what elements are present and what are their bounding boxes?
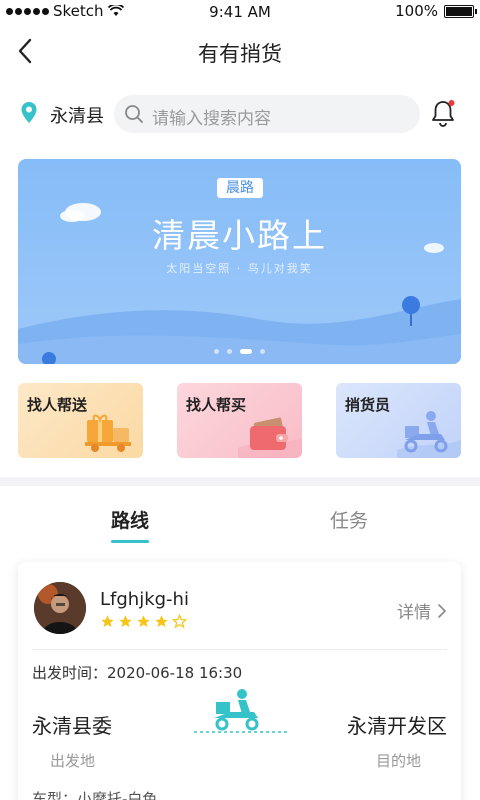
location-selector[interactable]: 永清县 (50, 102, 104, 128)
battery-percent: 100% (395, 2, 438, 20)
vehicle-type: 车型：小摩托-白色 (32, 790, 158, 800)
rating-stars (100, 614, 187, 629)
star-filled-icon (137, 615, 150, 628)
status-bar: Sketch 9:41 AM 100% (0, 0, 480, 24)
tab-route[interactable]: 路线 (111, 506, 149, 533)
star-filled-icon (101, 615, 114, 628)
gift-truck-icon (85, 414, 131, 452)
delivery-scooter-icon (397, 411, 461, 458)
section-divider (0, 477, 480, 486)
destination-city: 永清开发区 (347, 714, 447, 738)
nav-bar: 有有捎货 (0, 26, 480, 76)
tab-bar: 路线 任务 (0, 500, 480, 550)
quick-action-label: 找人帮买 (186, 396, 247, 414)
delivery-scooter-icon (194, 689, 290, 733)
quick-action-label: 捎货员 (345, 396, 391, 414)
carousel-indicator[interactable] (18, 349, 461, 354)
search-input[interactable]: 请输入搜索内容 (114, 95, 420, 133)
star-empty-icon (172, 614, 187, 629)
wallet-icon (238, 417, 302, 458)
page-title: 有有捎货 (198, 42, 282, 66)
depart-time: 出发时间：2020-06-18 16:30 (32, 664, 243, 682)
search-placeholder: 请输入搜索内容 (152, 109, 271, 129)
location-pin-icon[interactable] (20, 101, 38, 125)
quick-action-courier[interactable]: 捎货员 (336, 383, 461, 458)
banner-tag: 晨路 (217, 178, 263, 198)
battery-icon (444, 4, 477, 18)
notification-bell-icon[interactable] (428, 98, 458, 128)
search-row: 永清县 请输入搜索内容 (0, 94, 480, 134)
route-card[interactable]: Lfghjkg-hi 详情 出发时间：2020-06-18 16:30 永清县委… (18, 562, 461, 800)
user-name: Lfghjkg-hi (100, 589, 189, 610)
detail-link[interactable]: 详情 (397, 598, 447, 623)
card-divider (32, 649, 447, 650)
active-tab-indicator (111, 540, 149, 543)
quick-action-send[interactable]: 找人帮送 (18, 383, 143, 458)
promo-banner[interactable]: 晨路 清晨小路上 太阳当空照 · 鸟儿对我笑 (18, 159, 461, 364)
avatar[interactable] (34, 582, 86, 634)
destination-label: 目的地 (375, 752, 421, 770)
tab-task[interactable]: 任务 (330, 506, 368, 533)
banner-subtitle: 太阳当空照 · 鸟儿对我笑 (166, 262, 313, 275)
origin-label: 出发地 (50, 752, 96, 770)
detail-label: 详情 (397, 603, 431, 623)
search-icon (125, 105, 143, 123)
origin-city: 永清县委 (32, 714, 112, 738)
banner-title: 清晨小路上 (152, 216, 327, 255)
quick-action-buy[interactable]: 找人帮买 (177, 383, 302, 458)
carousel-dot[interactable] (260, 349, 265, 354)
quick-action-label: 找人帮送 (27, 396, 88, 414)
carousel-dot[interactable] (227, 349, 232, 354)
star-filled-icon (155, 615, 168, 628)
carousel-dot[interactable] (214, 349, 219, 354)
carousel-dot-active[interactable] (240, 349, 252, 354)
battery-status: 100% (395, 2, 477, 20)
chevron-right-icon (438, 603, 447, 618)
star-filled-icon (119, 615, 132, 628)
